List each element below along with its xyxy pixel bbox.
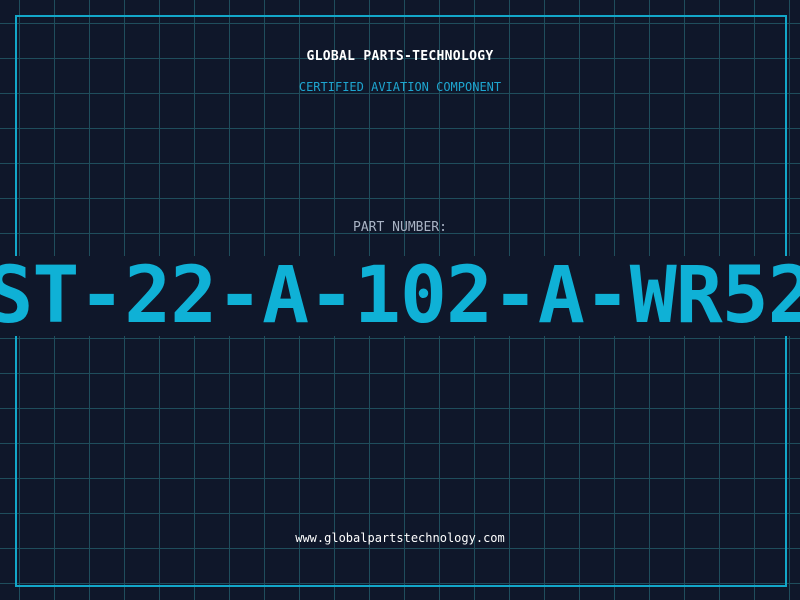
certification-subtitle: CERTIFIED AVIATION COMPONENT	[298, 80, 502, 94]
website-url: www.globalpartstechnology.com	[295, 531, 505, 545]
company-name: GLOBAL PARTS-TECHNOLOGY	[306, 49, 494, 64]
part-number-value: ST-22-A-102-A-WR52	[0, 256, 800, 336]
part-number-label: PART NUMBER:	[353, 220, 447, 235]
part-number-band: ST-22-A-102-A-WR52	[0, 256, 800, 336]
